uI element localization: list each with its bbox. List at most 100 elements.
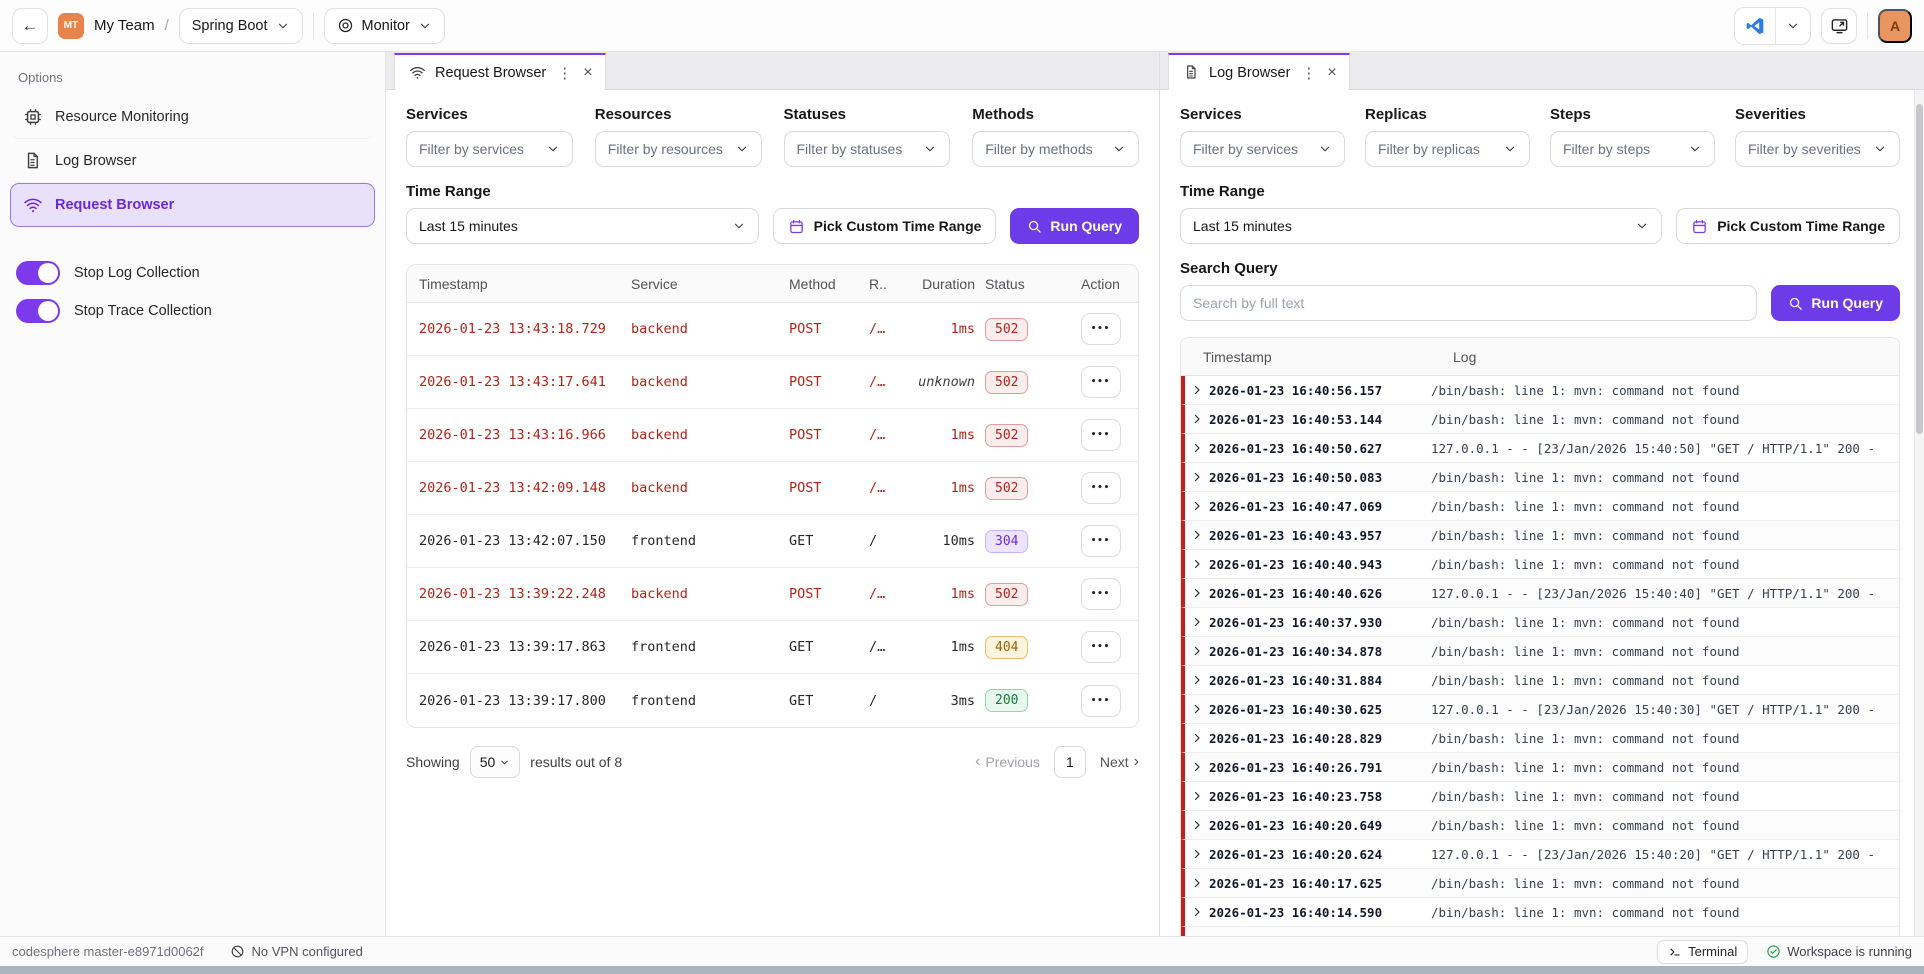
expand-chevron-icon[interactable] — [1191, 877, 1203, 889]
vertical-scrollbar[interactable] — [1914, 90, 1924, 936]
tab-menu-icon[interactable]: ⋮ — [1299, 64, 1318, 82]
row-actions-button[interactable]: ••• — [1081, 472, 1121, 504]
run-query-button[interactable]: Run Query — [1771, 285, 1900, 321]
log-row[interactable]: 2026-01-23 16:40:30.625127.0.0.1 - - [23… — [1181, 695, 1899, 724]
log-row[interactable]: 2026-01-23 16:40:34.878/bin/bash: line 1… — [1181, 637, 1899, 666]
expand-chevron-icon[interactable] — [1191, 442, 1203, 454]
log-row[interactable]: 2026-01-23 16:40:23.758/bin/bash: line 1… — [1181, 782, 1899, 811]
log-row[interactable]: 2026-01-23 16:40:28.829/bin/bash: line 1… — [1181, 724, 1899, 753]
pick-custom-time-range-button[interactable]: Pick Custom Time Range — [773, 208, 997, 244]
topbar-divider — [313, 13, 314, 39]
pick-custom-time-range-button[interactable]: Pick Custom Time Range — [1676, 208, 1900, 244]
stop-log-collection-toggle[interactable] — [16, 261, 60, 285]
expand-chevron-icon[interactable] — [1191, 935, 1203, 936]
expand-chevron-icon[interactable] — [1191, 587, 1203, 599]
expand-chevron-icon[interactable] — [1191, 761, 1203, 773]
previous-page-button[interactable]: ‹Previous — [975, 753, 1040, 771]
full-text-search-input[interactable] — [1180, 285, 1757, 321]
stop-trace-collection-toggle[interactable] — [16, 299, 60, 323]
expand-chevron-icon[interactable] — [1191, 790, 1203, 802]
time-range-select[interactable]: Last 15 minutes — [1180, 208, 1662, 244]
row-actions-button[interactable]: ••• — [1081, 685, 1121, 717]
expand-chevron-icon[interactable] — [1191, 413, 1203, 425]
expand-chevron-icon[interactable] — [1191, 732, 1203, 744]
tab-request-browser[interactable]: Request Browser ⋮ × — [394, 53, 606, 90]
tab-menu-icon[interactable]: ⋮ — [555, 64, 574, 82]
expand-chevron-icon[interactable] — [1191, 848, 1203, 860]
resources-filter-select[interactable]: Filter by resources — [595, 131, 762, 167]
log-row[interactable]: 2026-01-23 16:40:26.791/bin/bash: line 1… — [1181, 753, 1899, 782]
row-actions-button[interactable]: ••• — [1081, 525, 1121, 557]
next-page-button[interactable]: Next› — [1100, 753, 1139, 771]
log-row[interactable]: 2026-01-23 16:40:50.627127.0.0.1 - - [23… — [1181, 434, 1899, 463]
expand-chevron-icon[interactable] — [1191, 674, 1203, 686]
log-row[interactable]: 2026-01-23 16:40:47.069/bin/bash: line 1… — [1181, 492, 1899, 521]
row-actions-button[interactable]: ••• — [1081, 578, 1121, 610]
back-button[interactable]: ← — [12, 8, 48, 44]
vpn-status[interactable]: No VPN configured — [230, 944, 363, 959]
table-row[interactable]: 2026-01-23 13:39:17.800frontendGET/3ms20… — [407, 674, 1138, 727]
table-row[interactable]: 2026-01-23 13:43:17.641backendPOST/…unkn… — [407, 356, 1138, 409]
log-row[interactable]: 2026-01-23 16:40:37.930/bin/bash: line 1… — [1181, 608, 1899, 637]
row-actions-button[interactable]: ••• — [1081, 631, 1121, 663]
log-row[interactable]: 2026-01-23 16:40:20.649/bin/bash: line 1… — [1181, 811, 1899, 840]
time-range-select[interactable]: Last 15 minutes — [406, 208, 759, 244]
tab-log-browser[interactable]: Log Browser ⋮ × — [1168, 53, 1350, 90]
expand-chevron-icon[interactable] — [1191, 906, 1203, 918]
log-row[interactable]: 2026-01-23 16:40:40.943/bin/bash: line 1… — [1181, 550, 1899, 579]
log-row[interactable]: 2026-01-23 16:40:17.625/bin/bash: line 1… — [1181, 869, 1899, 898]
expand-chevron-icon[interactable] — [1191, 645, 1203, 657]
user-avatar[interactable]: A — [1878, 9, 1912, 43]
expand-chevron-icon[interactable] — [1191, 703, 1203, 715]
log-row[interactable]: 2026-01-23 16:40:56.157/bin/bash: line 1… — [1181, 376, 1899, 405]
sidebar-item-resource-monitoring[interactable]: Resource Monitoring — [10, 95, 375, 139]
vscode-options-button[interactable] — [1776, 8, 1810, 44]
log-row[interactable]: 2026-01-23 16:40:14.590/bin/bash: line 1… — [1181, 898, 1899, 927]
tab-close-icon[interactable]: × — [1327, 64, 1336, 82]
expand-chevron-icon[interactable] — [1191, 384, 1203, 396]
page-number-button[interactable]: 1 — [1054, 746, 1086, 778]
log-row[interactable]: 2026-01-23 16:40:50.083/bin/bash: line 1… — [1181, 463, 1899, 492]
services-filter-select[interactable]: Filter by services — [1180, 131, 1345, 167]
open-in-new-window-button[interactable] — [1821, 8, 1857, 44]
page-size-select[interactable]: 50 — [470, 746, 521, 778]
expand-chevron-icon[interactable] — [1191, 471, 1203, 483]
run-query-button[interactable]: Run Query — [1010, 208, 1139, 244]
log-row[interactable]: 2026-01-23 16:40:40.626127.0.0.1 - - [23… — [1181, 579, 1899, 608]
workspace-selector[interactable]: Spring Boot — [179, 8, 303, 44]
filter-resources: Resources Filter by resources — [595, 106, 762, 167]
row-actions-button[interactable]: ••• — [1081, 419, 1121, 451]
table-row[interactable]: 2026-01-23 13:42:07.150frontendGET/10ms3… — [407, 515, 1138, 568]
log-row[interactable]: 2026-01-23 16:40:20.624127.0.0.1 - - [23… — [1181, 840, 1899, 869]
steps-filter-select[interactable]: Filter by steps — [1550, 131, 1715, 167]
sidebar-item-request-browser[interactable]: Request Browser — [10, 183, 375, 227]
table-row[interactable]: 2026-01-23 13:42:09.148backendPOST/…1ms5… — [407, 462, 1138, 515]
log-row[interactable]: 2026-01-23 16:40:11.576/bin/bash: line 1… — [1181, 927, 1899, 936]
services-filter-select[interactable]: Filter by services — [406, 131, 573, 167]
table-row[interactable]: 2026-01-23 13:39:22.248backendPOST/…1ms5… — [407, 568, 1138, 621]
log-row[interactable]: 2026-01-23 16:40:31.884/bin/bash: line 1… — [1181, 666, 1899, 695]
table-row[interactable]: 2026-01-23 13:39:17.863frontendGET/…1ms4… — [407, 621, 1138, 674]
expand-chevron-icon[interactable] — [1191, 500, 1203, 512]
methods-filter-select[interactable]: Filter by methods — [972, 131, 1139, 167]
log-row[interactable]: 2026-01-23 16:40:53.144/bin/bash: line 1… — [1181, 405, 1899, 434]
monitor-selector[interactable]: Monitor — [324, 8, 445, 44]
severities-filter-select[interactable]: Filter by severities — [1735, 131, 1900, 167]
sidebar-item-log-browser[interactable]: Log Browser — [10, 139, 375, 183]
table-row[interactable]: 2026-01-23 13:43:16.966backendPOST/…1ms5… — [407, 409, 1138, 462]
expand-chevron-icon[interactable] — [1191, 558, 1203, 570]
new-window-icon — [1830, 16, 1849, 35]
table-row[interactable]: 2026-01-23 13:43:18.729backendPOST/…1ms5… — [407, 303, 1138, 356]
expand-chevron-icon[interactable] — [1191, 529, 1203, 541]
expand-chevron-icon[interactable] — [1191, 616, 1203, 628]
statuses-filter-select[interactable]: Filter by statuses — [784, 131, 951, 167]
row-actions-button[interactable]: ••• — [1081, 366, 1121, 398]
expand-chevron-icon[interactable] — [1191, 819, 1203, 831]
scrollbar-thumb[interactable] — [1916, 104, 1923, 434]
tab-close-icon[interactable]: × — [583, 64, 592, 82]
replicas-filter-select[interactable]: Filter by replicas — [1365, 131, 1530, 167]
terminal-button[interactable]: Terminal — [1657, 940, 1748, 964]
open-vscode-button[interactable] — [1735, 8, 1776, 44]
row-actions-button[interactable]: ••• — [1081, 313, 1121, 345]
log-row[interactable]: 2026-01-23 16:40:43.957/bin/bash: line 1… — [1181, 521, 1899, 550]
